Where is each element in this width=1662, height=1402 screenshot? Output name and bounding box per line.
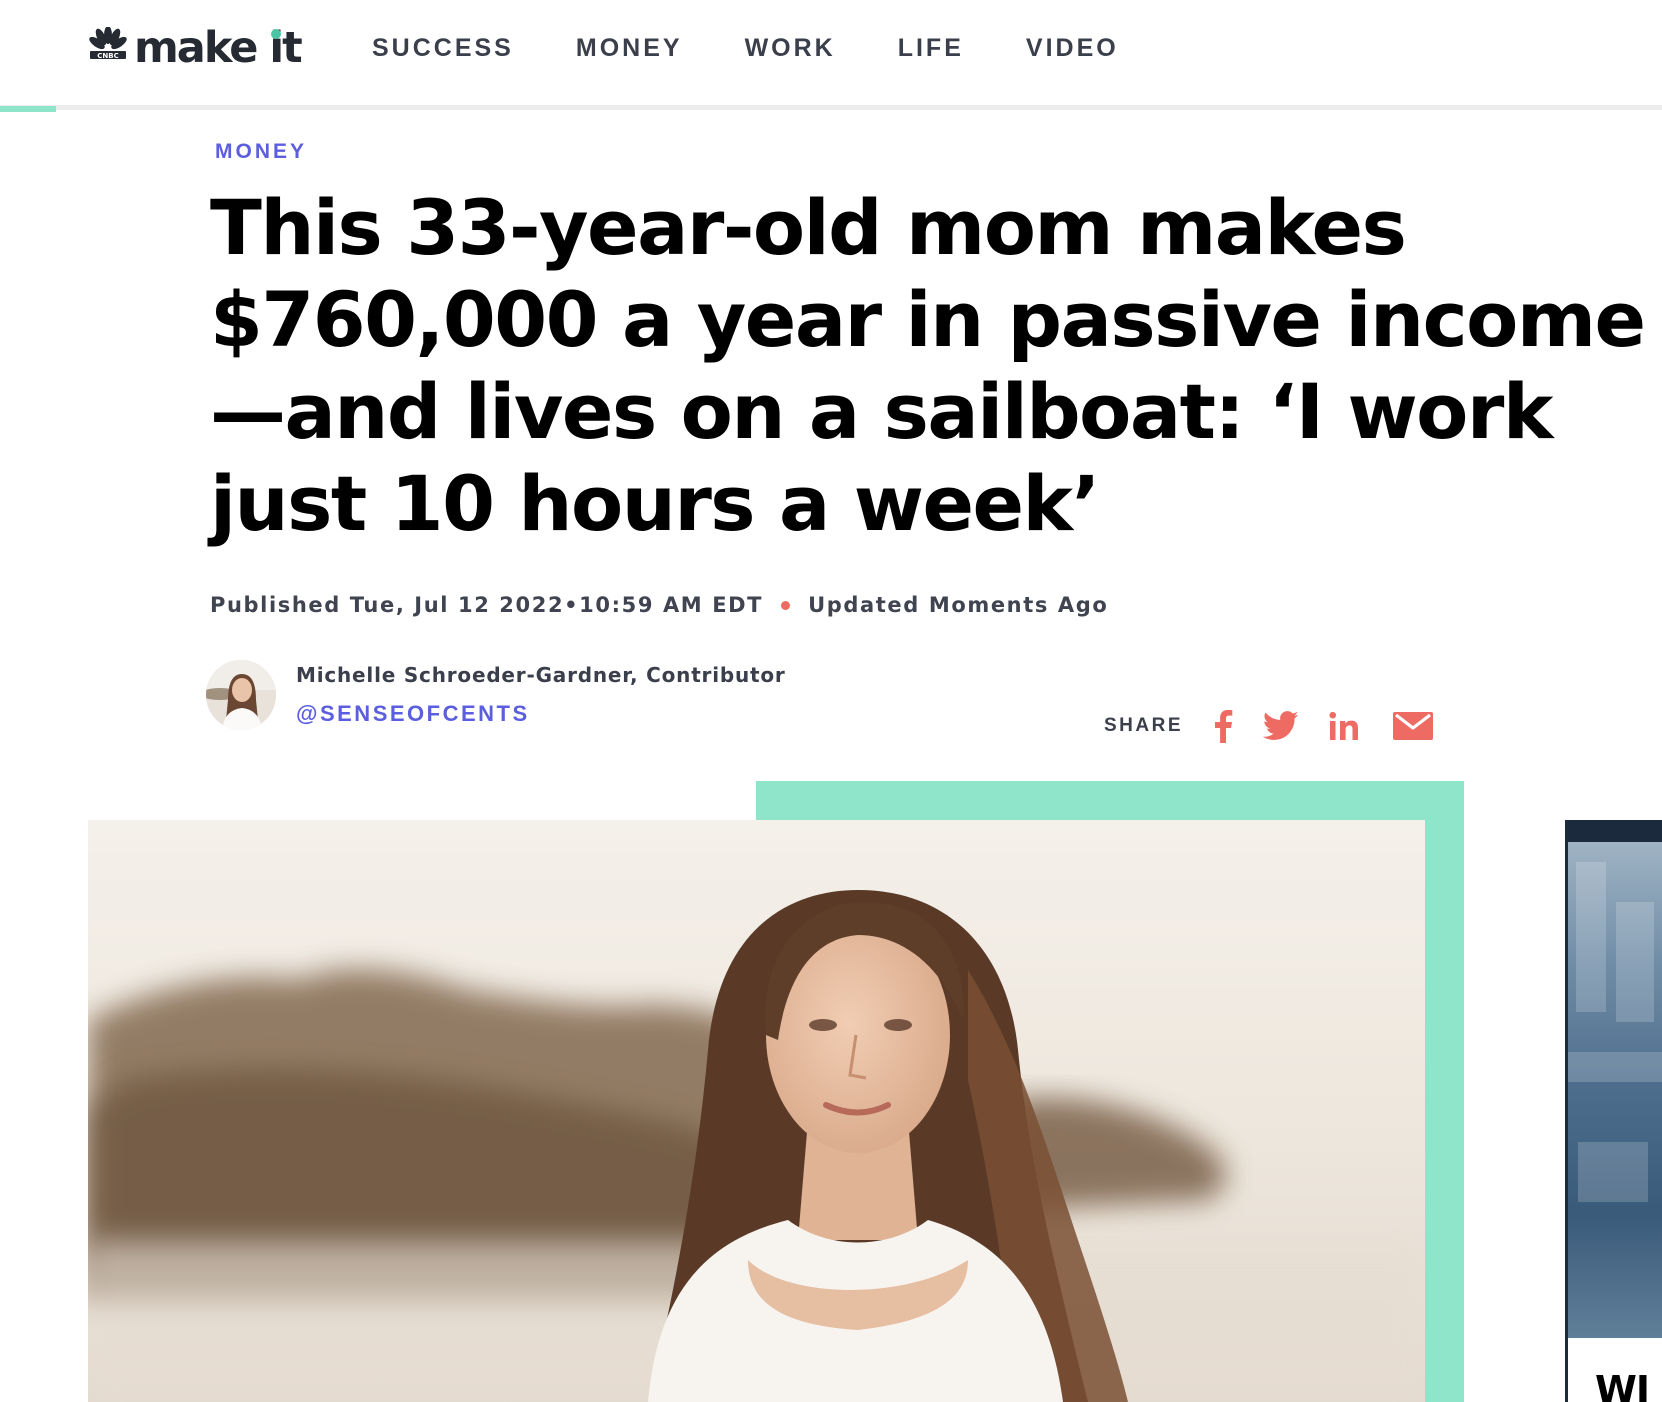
- make-it-logo[interactable]: CNBC make it: [88, 18, 303, 78]
- reading-progress-bar: [0, 106, 56, 112]
- share-bar: SHARE: [1104, 706, 1434, 746]
- email-icon: [1393, 712, 1434, 740]
- author-avatar[interactable]: [206, 660, 276, 730]
- share-email-button[interactable]: [1393, 706, 1434, 746]
- nav-item-work[interactable]: WORK: [745, 30, 836, 66]
- main-nav: SUCCESS MONEY WORK LIFE VIDEO: [372, 30, 1181, 66]
- logo-dot: [270, 28, 281, 39]
- share-label: SHARE: [1104, 715, 1184, 736]
- author-name[interactable]: Michelle Schroeder-Gardner, Contributor: [296, 663, 786, 687]
- linkedin-icon: [1329, 711, 1359, 740]
- nav-item-video[interactable]: VIDEO: [1026, 30, 1119, 66]
- author-handle[interactable]: @SENSEOFCENTS: [296, 701, 530, 727]
- twitter-icon: [1263, 711, 1299, 740]
- share-linkedin-button[interactable]: [1329, 706, 1363, 746]
- share-facebook-button[interactable]: [1213, 706, 1233, 746]
- nav-item-life[interactable]: LIFE: [898, 30, 964, 66]
- share-twitter-button[interactable]: [1263, 706, 1299, 746]
- updated-time: Updated Moments Ago: [808, 593, 1109, 617]
- facebook-icon: [1215, 710, 1233, 743]
- site-header: CNBC make it SUCCESS MONEY WORK LIFE VID…: [0, 0, 1662, 110]
- nav-item-success[interactable]: SUCCESS: [372, 30, 514, 66]
- side-promo-card[interactable]: WI: [1565, 820, 1662, 1402]
- cnbc-peacock-icon: CNBC: [88, 27, 128, 69]
- published-time: Published Tue, Jul 12 2022•10:59 AM EDT: [210, 593, 764, 617]
- side-promo-image: [1568, 842, 1662, 1338]
- make-it-wordmark: make it: [134, 22, 303, 73]
- section-link[interactable]: MONEY: [215, 140, 307, 164]
- cnbc-wordmark: CNBC: [97, 52, 118, 60]
- article-dateline: Published Tue, Jul 12 2022•10:59 AM EDT …: [210, 593, 1108, 617]
- article-headline: This 33-year-old mom makes $760,000 a ye…: [210, 183, 1646, 548]
- hero-image[interactable]: [88, 820, 1425, 1402]
- dateline-separator: [781, 600, 791, 610]
- nav-item-money[interactable]: MONEY: [576, 30, 683, 66]
- side-promo-caption: WI: [1595, 1368, 1650, 1402]
